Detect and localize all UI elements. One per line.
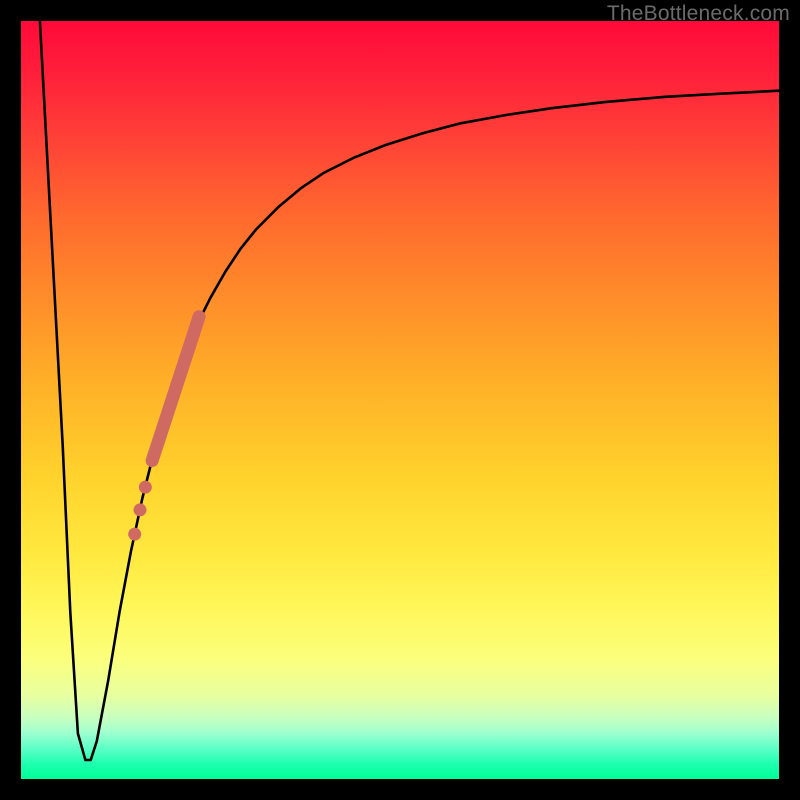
highlight-dot xyxy=(128,528,141,541)
highlight-dots xyxy=(128,481,152,541)
bottleneck-curve xyxy=(40,21,779,760)
highlight-segment xyxy=(152,317,199,461)
highlight-dot xyxy=(134,503,147,516)
watermark-text: TheBottleneck.com xyxy=(607,2,790,26)
highlight-dot xyxy=(139,481,152,494)
chart-svg xyxy=(21,21,779,779)
chart-plot-area xyxy=(21,21,779,779)
